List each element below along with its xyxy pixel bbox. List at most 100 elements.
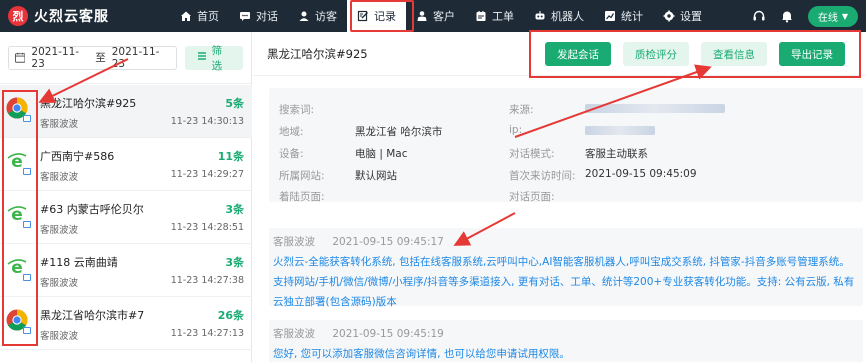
message-meta: 客服波波 2021-09-15 09:45:19 xyxy=(273,326,444,341)
settings-icon xyxy=(663,10,675,22)
device-badge-icon xyxy=(23,168,31,175)
home-icon xyxy=(180,10,192,22)
session-agent: 客服波波 xyxy=(40,119,79,130)
session-item[interactable]: e #63 内蒙古呼伦贝尔 3条 客服波波 11-23 14:28:51 xyxy=(0,191,252,244)
chrome-browser-icon xyxy=(6,97,31,122)
session-time: 11-23 14:27:38 xyxy=(170,275,244,286)
nav-label: 对话 xyxy=(256,10,278,23)
session-time: 11-23 14:30:13 xyxy=(170,116,244,127)
session-item[interactable]: e 广西南宁#586 11条 客服波波 11-23 14:29:27 xyxy=(0,138,252,191)
session-title: #63 内蒙古呼伦贝尔 xyxy=(40,203,144,216)
session-time: 11-23 14:29:27 xyxy=(170,169,244,180)
start-chat-button[interactable]: 发起会话 xyxy=(545,42,611,66)
info-label: 着陆页面: xyxy=(279,191,325,203)
nav-label: 设置 xyxy=(680,10,702,23)
chat-icon xyxy=(239,10,251,22)
nav-item-robot[interactable]: 机器人 xyxy=(524,0,594,32)
filter-button-label: 筛选 xyxy=(211,44,223,72)
info-label: 来源: xyxy=(509,104,534,116)
nav-label: 机器人 xyxy=(551,10,584,23)
customer-icon xyxy=(416,10,428,22)
chrome-browser-icon xyxy=(6,309,31,334)
session-item[interactable]: e #118 云南曲靖 3条 客服波波 11-23 14:27:38 xyxy=(0,244,252,297)
session-time: 11-23 14:27:13 xyxy=(170,328,244,339)
info-value: 默认网站 xyxy=(355,170,397,182)
session-message-count: 5条 xyxy=(225,97,244,110)
calendar-icon xyxy=(15,52,26,63)
device-badge-icon xyxy=(23,115,31,122)
session-agent: 客服波波 xyxy=(40,172,79,183)
filter-button[interactable]: 筛选 xyxy=(184,44,243,72)
device-badge-icon xyxy=(23,274,31,281)
session-detail-panel: 黑龙江哈尔滨#925 发起会话 质检评分 查看信息 导出记录 搜索词: 地域: … xyxy=(253,30,866,362)
redacted-value xyxy=(585,103,725,113)
session-message-count: 3条 xyxy=(225,203,244,216)
logo-mark-icon: 烈 xyxy=(8,6,28,26)
nav-item-record[interactable]: 记录 xyxy=(347,0,406,32)
session-item[interactable]: 黑龙江哈尔滨#925 5条 客服波波 11-23 14:30:13 xyxy=(0,85,252,138)
info-label: 对话模式: xyxy=(509,148,555,160)
online-status-dropdown[interactable]: 在线 ▼ xyxy=(807,5,858,27)
info-value xyxy=(585,124,655,136)
message-text: 您好, 您可以添加客服微信咨询详情, 也可以给您申请试用权限。 xyxy=(273,348,570,360)
info-label: 所属网站: xyxy=(279,170,325,182)
nav-label: 记录 xyxy=(374,10,396,23)
message-time: 2021-09-15 09:45:17 xyxy=(332,236,444,248)
stats-icon xyxy=(604,10,616,22)
bell-icon[interactable] xyxy=(780,9,794,23)
app-logo[interactable]: 烈 火烈云客服 xyxy=(0,6,150,26)
nav-item-stats[interactable]: 统计 xyxy=(594,0,653,32)
nav-item-visitor[interactable]: 访客 xyxy=(288,0,347,32)
quality-score-button[interactable]: 质检评分 xyxy=(623,42,689,66)
visitor-icon xyxy=(298,10,310,22)
session-title: 黑龙江哈尔滨#925 xyxy=(40,97,137,110)
online-status-label: 在线 xyxy=(817,12,838,24)
session-item[interactable]: 黑龙江省哈尔滨市#7 26条 客服波波 11-23 14:27:13 xyxy=(0,297,252,350)
export-record-button[interactable]: 导出记录 xyxy=(779,42,845,66)
top-navigation-bar: 烈 火烈云客服 首页 对话 访客 记录 客户 工单 机器人 统计 设置 在线 ▼ xyxy=(0,0,866,32)
view-info-button[interactable]: 查看信息 xyxy=(701,42,767,66)
ie-browser-icon: e xyxy=(6,256,31,281)
session-list-panel: 2021-11-23 至 2021-11-23 筛选 黑龙江哈尔滨#925 5条… xyxy=(0,32,252,362)
session-title: 广西南宁#586 xyxy=(40,150,115,163)
info-value: 客服主动联系 xyxy=(585,148,648,160)
date-range-picker[interactable]: 2021-11-23 至 2021-11-23 xyxy=(8,45,177,70)
nav-item-chat[interactable]: 对话 xyxy=(229,0,288,32)
info-label: 设备: xyxy=(279,148,304,160)
nav-label: 访客 xyxy=(315,10,337,23)
info-value: 2021-09-15 09:45:09 xyxy=(585,168,697,180)
visitor-info-card: 搜索词: 地域: 黑龙江省 哈尔滨市 设备: 电脑 | Mac 所属网站: 默认… xyxy=(269,88,863,203)
message-sender: 客服波波 xyxy=(273,236,315,248)
ie-browser-icon: e xyxy=(6,150,31,175)
message-sender: 客服波波 xyxy=(273,328,315,340)
detail-actions: 发起会话 质检评分 查看信息 导出记录 xyxy=(545,42,857,66)
session-title: #118 云南曲靖 xyxy=(40,256,118,269)
session-time: 11-23 14:28:51 xyxy=(170,222,244,233)
nav-label: 统计 xyxy=(621,10,643,23)
record-icon xyxy=(357,10,369,22)
info-value: 电脑 | Mac xyxy=(355,148,408,160)
date-to: 2021-11-23 xyxy=(111,45,160,70)
session-agent: 客服波波 xyxy=(40,331,79,342)
nav-item-ticket[interactable]: 工单 xyxy=(465,0,524,32)
ticket-icon xyxy=(475,10,487,22)
session-message-count: 26条 xyxy=(217,309,244,322)
date-separator: 至 xyxy=(95,52,106,64)
headset-icon[interactable] xyxy=(752,9,766,23)
device-badge-icon xyxy=(23,221,31,228)
session-title: 黑龙江省哈尔滨市#7 xyxy=(40,309,145,322)
nav-item-settings[interactable]: 设置 xyxy=(653,0,712,32)
session-message-count: 11条 xyxy=(217,150,244,163)
message-time: 2021-09-15 09:45:19 xyxy=(332,328,444,340)
chevron-down-icon: ▼ xyxy=(841,11,848,21)
nav-item-customer[interactable]: 客户 xyxy=(406,0,465,32)
app-name: 火烈云客服 xyxy=(34,9,109,25)
robot-icon xyxy=(534,10,546,22)
list-filter-icon xyxy=(197,51,207,64)
info-label: 首次来访时间: xyxy=(509,170,576,182)
chat-message: 客服波波 2021-09-15 09:45:19 您好, 您可以添加客服微信咨询… xyxy=(269,320,863,362)
nav-item-home[interactable]: 首页 xyxy=(170,0,229,32)
nav-label: 客户 xyxy=(433,10,455,23)
chat-message: 客服波波 2021-09-15 09:45:17 火烈云-全能获客转化系统, 包… xyxy=(269,228,863,308)
info-label: 搜索词: xyxy=(279,104,315,116)
